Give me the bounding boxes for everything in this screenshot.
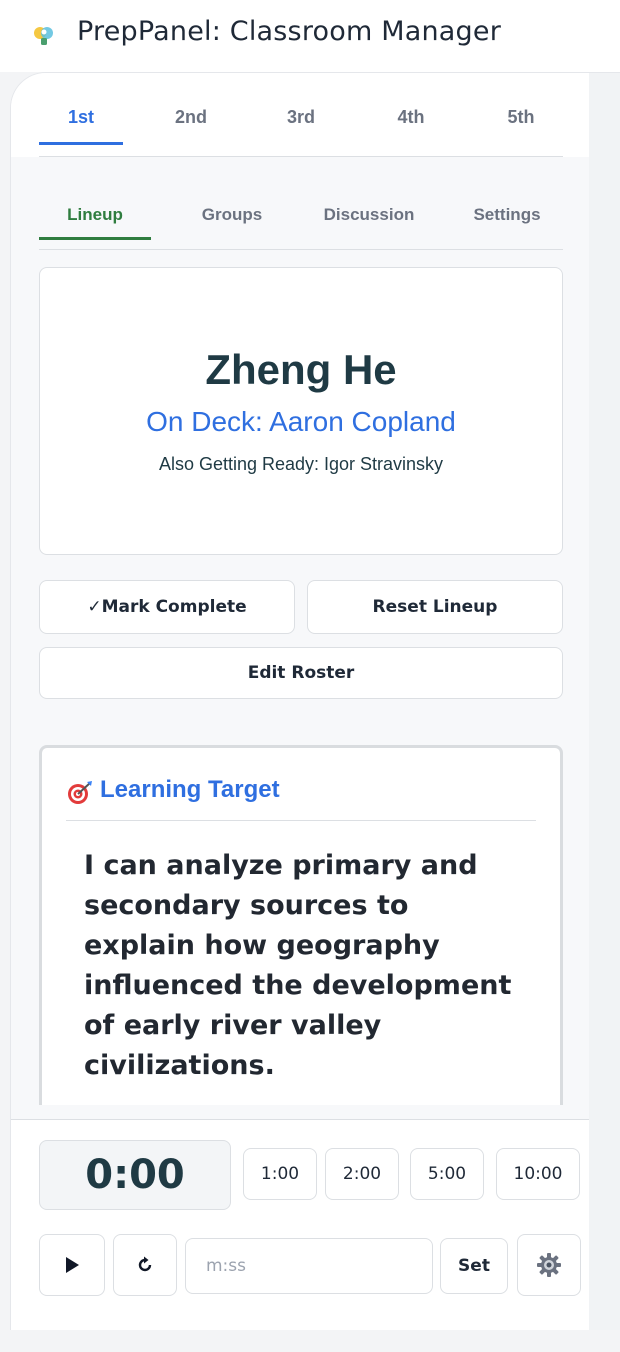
reset-icon: [138, 1256, 152, 1272]
on-deck-student: On Deck: Aaron Copland: [146, 406, 456, 437]
play-icon: [66, 1257, 79, 1273]
active-period-indicator: [39, 142, 123, 145]
reset-timer-button[interactable]: [113, 1234, 177, 1296]
preset-1min-button[interactable]: 1:00: [243, 1148, 317, 1200]
also-ready-student: Also Getting Ready: Igor Stravinsky: [158, 454, 444, 474]
tab-period-3[interactable]: 3rd: [259, 107, 343, 128]
set-time-button[interactable]: Set: [440, 1238, 508, 1294]
timer-settings-button[interactable]: [517, 1234, 581, 1296]
gear-icon: [537, 1253, 561, 1277]
app-logo-icon: [34, 27, 53, 45]
tab-period-2[interactable]: 2nd: [149, 107, 233, 128]
play-button[interactable]: [39, 1234, 105, 1296]
lineup-card: Zheng He On Deck: Aaron Copland Also Get…: [39, 267, 563, 555]
tab-period-4[interactable]: 4th: [369, 107, 453, 128]
scroll-gutter: [589, 73, 620, 1330]
tab-period-5[interactable]: 5th: [479, 107, 563, 128]
app-title: PrepPanel: Classroom Manager: [77, 16, 501, 47]
target-icon: [68, 781, 92, 804]
preset-10min-button[interactable]: 10:00: [496, 1148, 580, 1200]
timer-panel: 0:00 1:00 2:00 5:00 10:00 Set: [11, 1119, 589, 1330]
preset-2min-button[interactable]: 2:00: [325, 1148, 399, 1200]
current-student-name: Zheng He: [205, 346, 397, 393]
learning-target-header: Learning Target: [66, 776, 536, 821]
main-panel: 1st 2nd 3rd 4th 5th Lineup Groups Discus…: [10, 72, 620, 1330]
preset-5min-button[interactable]: 5:00: [410, 1148, 484, 1200]
tab-groups[interactable]: Groups: [176, 205, 288, 225]
custom-time-input[interactable]: [185, 1238, 433, 1294]
learning-target-title: Learning Target: [100, 776, 280, 803]
learning-target-text: I can analyze primary and secondary sour…: [84, 850, 512, 1081]
section-tabs: Lineup Groups Discussion Settings: [39, 191, 563, 250]
reset-lineup-button[interactable]: Reset Lineup: [307, 580, 563, 634]
tab-discussion[interactable]: Discussion: [313, 205, 425, 225]
active-section-indicator: [39, 237, 151, 240]
mark-complete-button[interactable]: ✓Mark Complete: [39, 580, 295, 634]
tab-lineup[interactable]: Lineup: [39, 205, 151, 225]
period-tabs: 1st 2nd 3rd 4th 5th: [39, 73, 563, 157]
tab-period-1[interactable]: 1st: [39, 107, 123, 128]
edit-roster-button[interactable]: Edit Roster: [39, 647, 563, 699]
title-bar: PrepPanel: Classroom Manager: [0, 0, 620, 72]
timer-display: 0:00: [39, 1140, 231, 1210]
tab-settings[interactable]: Settings: [451, 205, 563, 225]
learning-target-card: Learning Target I can analyze primary an…: [39, 745, 563, 1105]
